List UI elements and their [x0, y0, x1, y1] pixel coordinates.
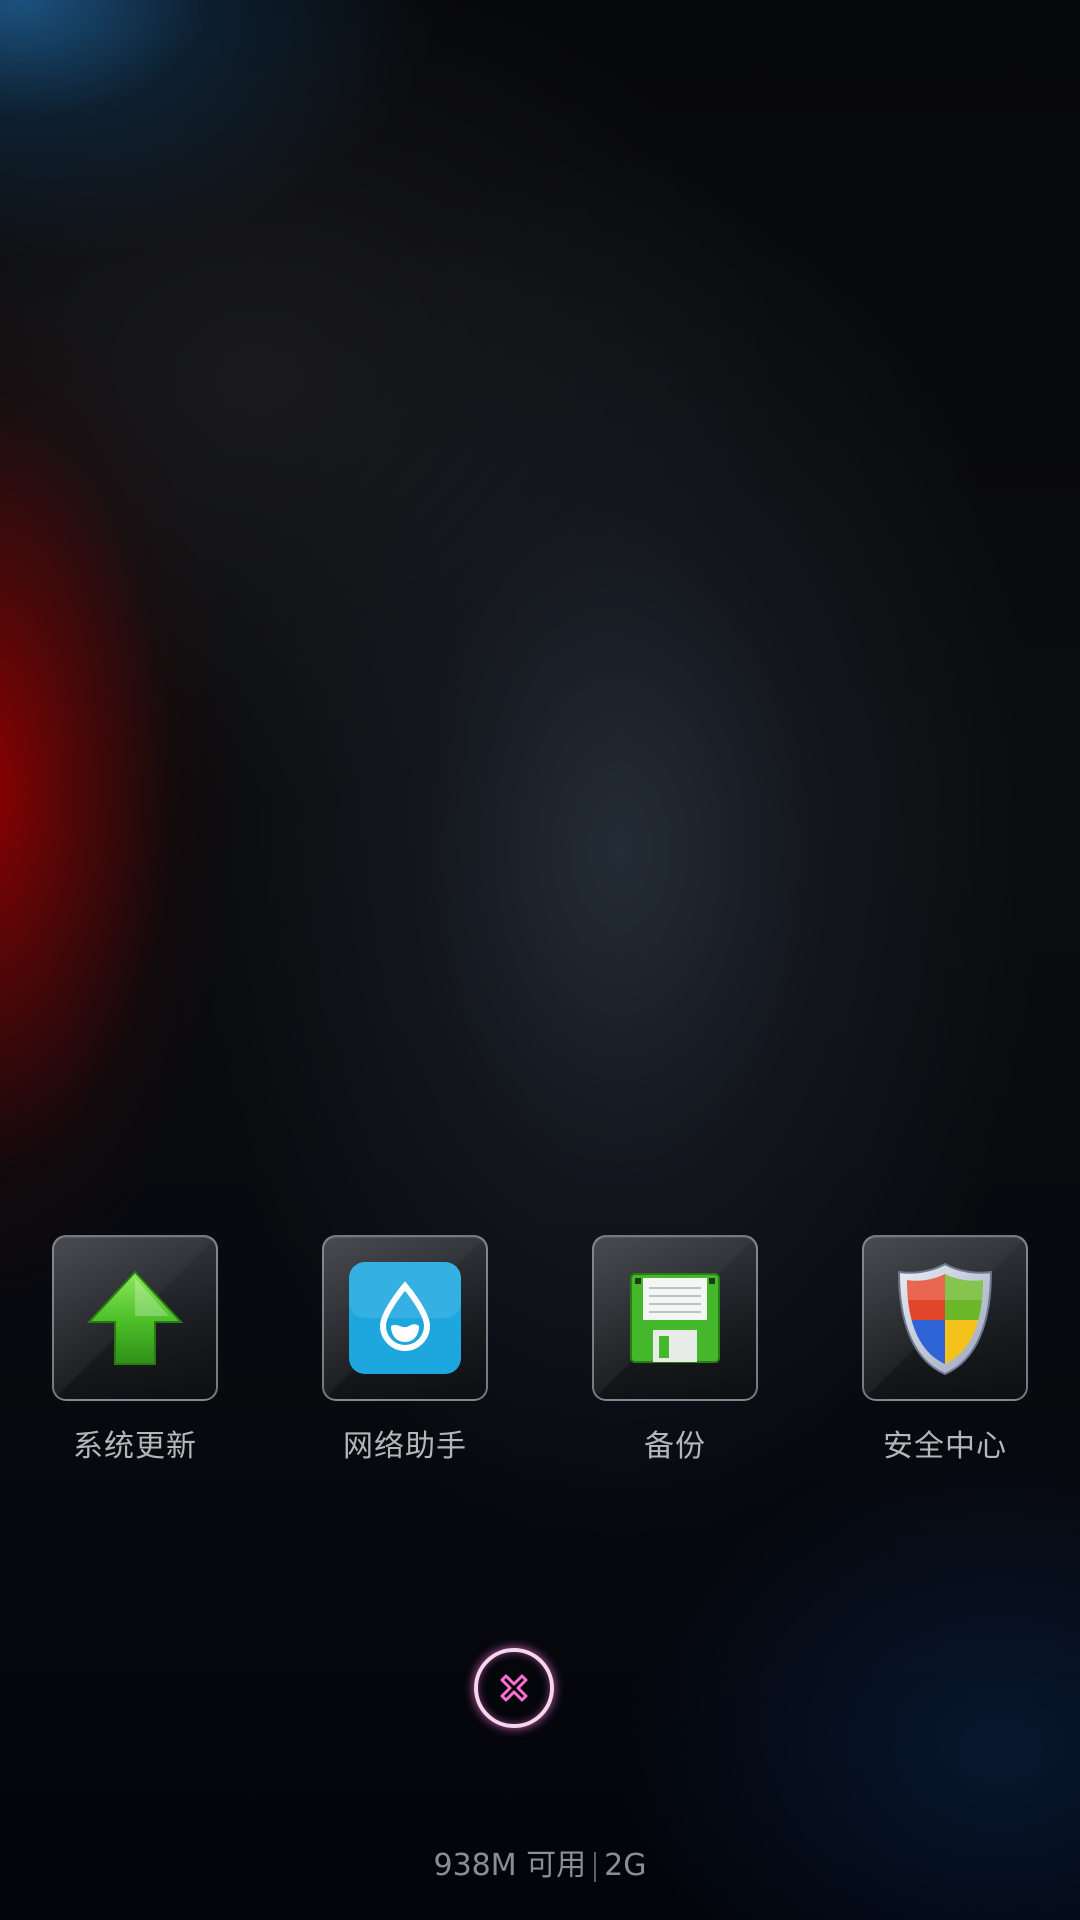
close-icon — [500, 1674, 528, 1702]
tile-network-assistant-frame — [322, 1235, 488, 1401]
tile-system-update-label: 系统更新 — [73, 1429, 197, 1464]
tile-backup[interactable]: 备份 — [575, 1235, 775, 1465]
water-drop-icon — [349, 1262, 461, 1374]
tile-security-center[interactable]: 安全中心 — [845, 1235, 1045, 1465]
network-type-text: 2G — [604, 1848, 647, 1883]
tile-system-update-frame — [52, 1235, 218, 1401]
tile-network-assistant-label: 网络助手 — [343, 1429, 467, 1464]
close-button[interactable] — [474, 1648, 554, 1728]
memory-available-text: 938M 可用 — [433, 1848, 587, 1883]
shield-icon — [897, 1262, 993, 1376]
status-separator — [594, 1851, 597, 1882]
tile-system-update[interactable]: 系统更新 — [35, 1235, 235, 1465]
tile-security-center-frame — [862, 1235, 1028, 1401]
tile-security-center-label: 安全中心 — [883, 1429, 1007, 1464]
wallpaper — [0, 0, 1080, 1920]
green-up-arrow-icon — [86, 1270, 184, 1365]
memory-status: 938M 可用 2G — [0, 1840, 1080, 1884]
tile-backup-label: 备份 — [644, 1429, 706, 1464]
tile-network-assistant[interactable]: 网络助手 — [305, 1235, 505, 1465]
floppy-disk-icon — [630, 1273, 720, 1363]
app-grid: 系统更新 网络助手 备份 安全中心 — [0, 1235, 1080, 1475]
tile-backup-frame — [592, 1235, 758, 1401]
